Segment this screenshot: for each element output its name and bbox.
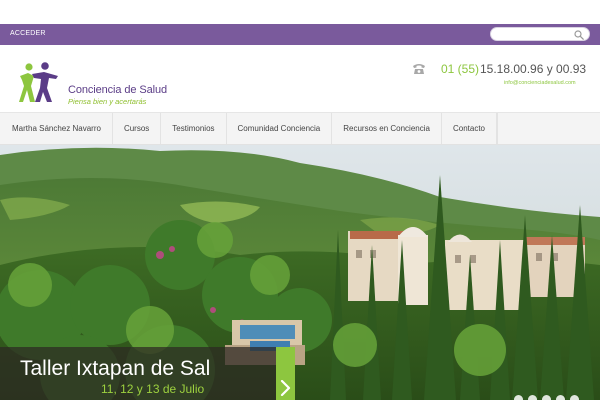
site-header: Conciencia de Salud Piensa bien y acerta… — [0, 45, 600, 112]
search-input[interactable] — [490, 27, 590, 41]
slide-dot[interactable] — [570, 395, 579, 400]
top-strip — [0, 0, 600, 24]
chevron-right-icon — [280, 380, 291, 396]
nav-filler — [497, 113, 600, 144]
logo-name[interactable]: Conciencia de Salud — [68, 84, 167, 96]
slide-pagination — [512, 395, 596, 400]
slide-caption[interactable]: Taller Ixtapan de Sal 11, 12 y 13 de Jul… — [0, 347, 276, 400]
login-link[interactable]: ACCEDER — [10, 30, 46, 37]
slide-dot[interactable] — [514, 395, 523, 400]
logo-tagline: Piensa bien y acertarás — [68, 97, 147, 106]
nav-item-recursos-en-conciencia[interactable]: Recursos en Conciencia — [332, 113, 442, 144]
nav-item-comunidad-conciencia[interactable]: Comunidad Conciencia — [227, 113, 333, 144]
slide-dot[interactable] — [542, 395, 551, 400]
nav-item-contacto[interactable]: Contacto — [442, 113, 497, 144]
nav-item-martha-sanchez-navarro[interactable]: Martha Sánchez Navarro — [0, 113, 113, 144]
slide-dot[interactable] — [556, 395, 565, 400]
top-bar: ACCEDER — [0, 24, 600, 45]
phone-prefix: 01 (55) — [441, 62, 480, 76]
slide-dot[interactable] — [528, 395, 537, 400]
slide-date: 11, 12 y 13 de Julio — [101, 382, 205, 396]
page: ACCEDER Conciencia de Salud Piensa bien … — [0, 0, 600, 400]
email-link[interactable]: info@concienciadesalud.com — [504, 80, 576, 86]
nav-item-testimonios[interactable]: Testimonios — [161, 113, 227, 144]
nav-item-cursos[interactable]: Cursos — [113, 113, 162, 144]
slide-title[interactable]: Taller Ixtapan de Sal — [20, 357, 210, 381]
phone-number: 15.18.00.96 y 00.93 — [480, 62, 587, 76]
phone-icon — [413, 64, 425, 74]
people-logo-icon[interactable] — [18, 62, 64, 108]
slide-next-button[interactable] — [276, 347, 295, 400]
search-icon[interactable] — [574, 30, 584, 40]
main-nav: Martha Sánchez Navarro Cursos Testimonio… — [0, 112, 600, 145]
